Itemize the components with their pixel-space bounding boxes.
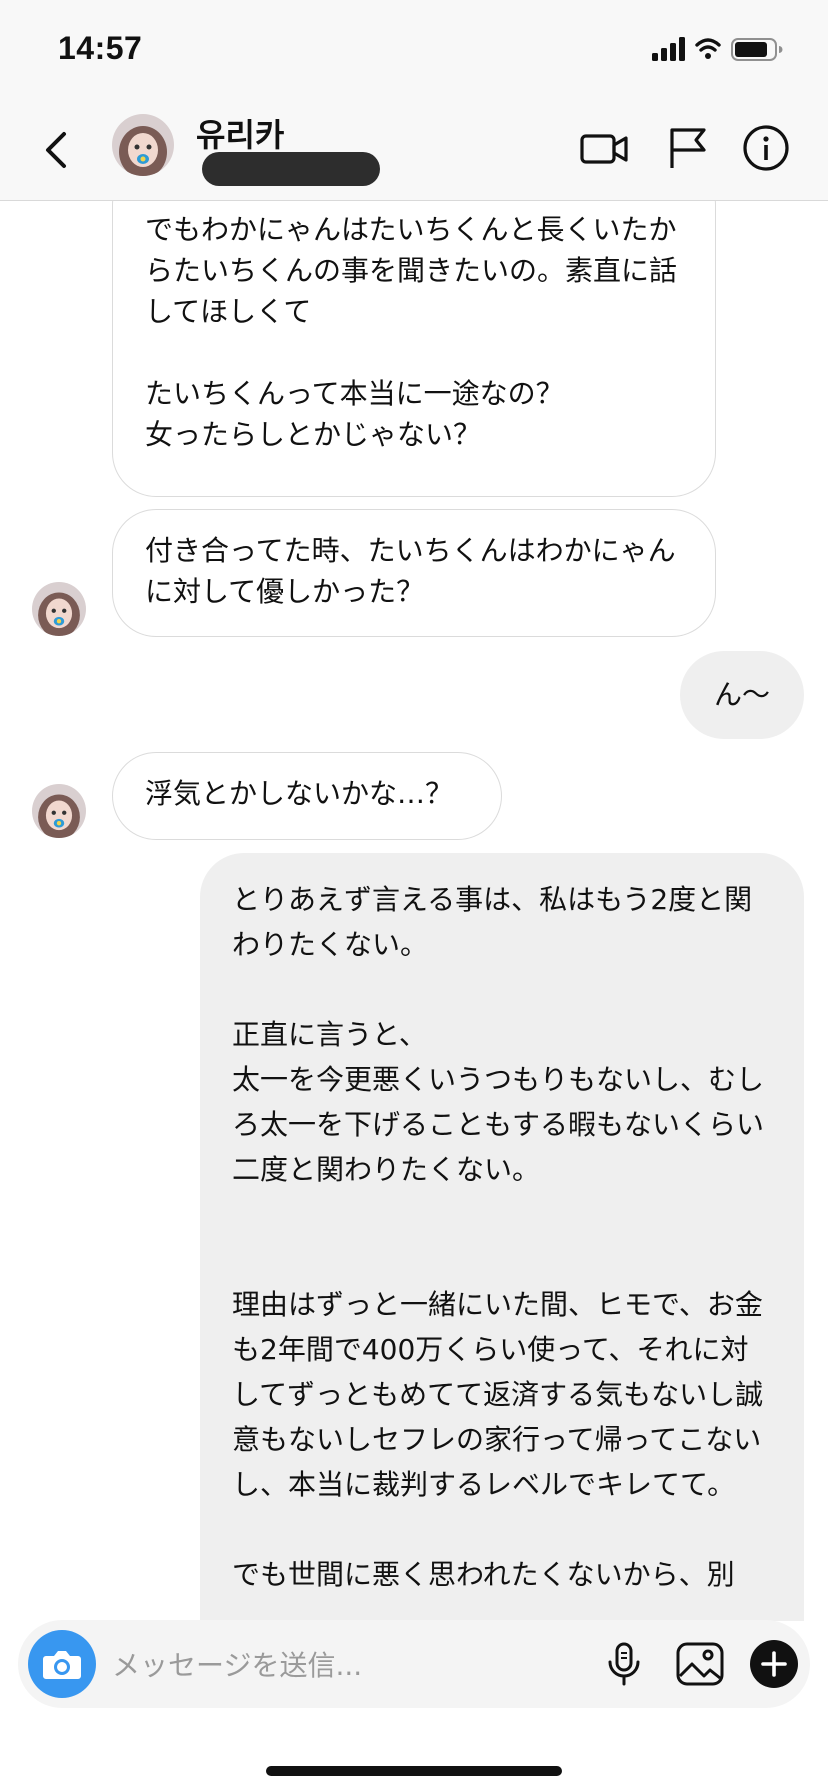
more-options-button[interactable] xyxy=(748,1638,800,1690)
video-camera-icon xyxy=(580,134,628,164)
battery-icon xyxy=(731,38,783,61)
flag-icon xyxy=(670,128,706,168)
message-input[interactable] xyxy=(110,1642,574,1688)
camera-icon xyxy=(43,1651,81,1679)
chevron-left-icon xyxy=(46,132,66,168)
status-icons xyxy=(652,36,792,61)
sender-avatar[interactable] xyxy=(32,784,86,838)
message-bubble-outgoing[interactable]: とりあえず言える事は、私はもう2度と関わりたくない。 正直に言うと、 太一を今更… xyxy=(200,853,804,1621)
sender-avatar[interactable] xyxy=(32,582,86,636)
message-bubble-incoming[interactable]: でもわかにゃんはたいちくんと長くいたからたいちくんの事を聞きたいの。素直に話して… xyxy=(112,201,716,497)
plus-circle-icon xyxy=(750,1640,798,1688)
back-button[interactable] xyxy=(36,122,76,178)
home-indicator xyxy=(266,1766,562,1776)
camera-button[interactable] xyxy=(28,1630,96,1698)
avatar-image xyxy=(32,582,86,636)
microphone-icon xyxy=(608,1642,640,1686)
message-thread[interactable]: でもわかにゃんはたいちくんと長くいたからたいちくんの事を聞きたいの。素直に話して… xyxy=(0,201,828,1621)
status-time: 14:57 xyxy=(58,30,143,66)
chat-header: 유리카 xyxy=(0,100,828,201)
avatar-image xyxy=(112,114,174,176)
gallery-button[interactable] xyxy=(674,1638,726,1690)
signal-wifi-battery-icons xyxy=(652,37,783,61)
avatar-image xyxy=(32,784,86,838)
message-bubble-incoming[interactable]: 付き合ってた時、たいちくんはわかにゃんに対して優しかった？ xyxy=(112,509,716,637)
video-call-button[interactable] xyxy=(576,120,632,176)
contact-avatar[interactable] xyxy=(112,114,174,176)
status-bar: 14:57 xyxy=(0,0,828,100)
info-icon xyxy=(743,125,789,171)
signal-icon xyxy=(652,37,685,61)
message-bubble-incoming[interactable]: 浮気とかしないかな…？ xyxy=(112,752,502,840)
contact-name[interactable]: 유리카 xyxy=(196,110,284,156)
message-bubble-outgoing[interactable]: ん〜 xyxy=(680,651,804,739)
info-button[interactable] xyxy=(738,120,794,176)
message-composer xyxy=(18,1620,810,1708)
wifi-icon xyxy=(695,38,721,52)
redaction-bar xyxy=(202,152,380,186)
voice-message-button[interactable] xyxy=(598,1638,650,1690)
image-icon xyxy=(676,1642,724,1686)
report-button[interactable] xyxy=(660,120,716,176)
